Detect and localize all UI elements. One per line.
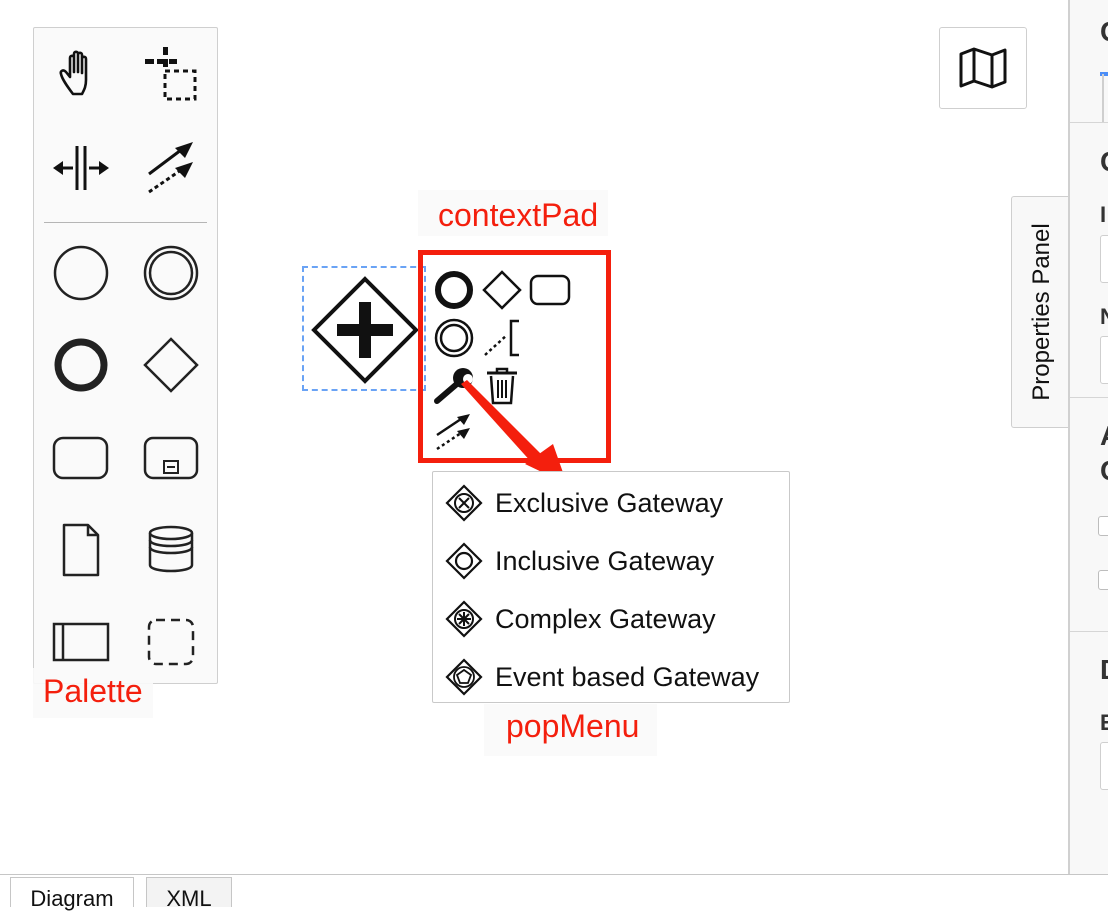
panel-group-title: C [1100, 146, 1108, 178]
end-event-icon [54, 338, 108, 392]
space-icon [53, 146, 109, 190]
panel-tab-border [1102, 74, 1104, 122]
create-subprocess[interactable] [141, 428, 201, 488]
popup-item-label: Inclusive Gateway [495, 545, 715, 576]
panel-divider [1070, 397, 1108, 398]
contextpad-annotation: contextPad [418, 190, 609, 236]
palette-separator [44, 222, 207, 223]
lasso-icon [145, 47, 197, 101]
parallel-gateway-icon [311, 276, 419, 384]
map-icon [959, 47, 1007, 89]
create-group[interactable] [141, 612, 201, 672]
parallel-gateway[interactable] [310, 275, 420, 390]
panel-divider [1070, 122, 1108, 123]
create-start-event[interactable] [51, 243, 111, 303]
panel-field-label: E [1100, 710, 1108, 736]
panel-divider [1070, 631, 1108, 632]
lasso-tool[interactable] [141, 43, 201, 103]
tab-diagram-label: Diagram [30, 886, 114, 911]
inclusive-gateway-icon [445, 542, 483, 580]
popup-item-label: Complex Gateway [495, 603, 716, 634]
exclusive-gateway-icon [445, 484, 483, 522]
task-icon [52, 436, 109, 480]
space-tool[interactable] [51, 138, 111, 198]
data-object-icon [62, 523, 100, 577]
intermediate-event-icon [434, 318, 474, 358]
data-store-icon [148, 525, 194, 573]
tab-diagram[interactable]: Diagram [10, 877, 134, 911]
panel-group-title: A [1100, 420, 1108, 452]
complex-gateway-icon [445, 600, 483, 638]
start-event-icon [53, 245, 109, 301]
panel-group-title: C [1100, 455, 1108, 487]
append-gateway[interactable] [480, 268, 524, 312]
popup-menu: Exclusive Gateway Inclusive Gateway Comp… [432, 471, 790, 703]
create-data-object[interactable] [51, 520, 111, 580]
task-icon [529, 274, 571, 306]
create-end-event[interactable] [51, 335, 111, 395]
panel-checkbox[interactable] [1098, 516, 1108, 536]
gateway-icon [482, 270, 522, 310]
properties-panel-toggle[interactable]: Properties Panel [1011, 196, 1071, 428]
properties-panel: C C I N A C D E [1068, 0, 1108, 880]
event-based-gateway-icon [445, 658, 483, 696]
panel-checkbox[interactable] [1098, 570, 1108, 590]
popup-item-inclusive-gateway[interactable]: Inclusive Gateway [433, 532, 789, 590]
palette-annotation: Palette [33, 668, 153, 718]
create-pool[interactable] [51, 612, 111, 672]
popup-item-complex-gateway[interactable]: Complex Gateway [433, 590, 789, 648]
minimap-toggle[interactable] [939, 27, 1027, 109]
panel-field-label: N [1100, 304, 1108, 330]
name-input[interactable] [1100, 336, 1108, 384]
create-intermediate-event[interactable] [141, 243, 201, 303]
connect-icon [148, 142, 193, 194]
tab-xml-label: XML [166, 886, 212, 911]
hand-tool[interactable] [51, 43, 111, 103]
palette [33, 27, 218, 684]
append-text-annotation[interactable] [480, 316, 524, 360]
popup-item-label: Event based Gateway [495, 661, 760, 692]
create-task[interactable] [51, 428, 111, 488]
popmenu-annotation: popMenu [484, 704, 658, 756]
panel-input[interactable] [1100, 742, 1108, 790]
global-connect-tool[interactable] [141, 138, 201, 198]
subprocess-icon [143, 436, 199, 480]
panel-group-title: D [1100, 654, 1108, 686]
id-input[interactable] [1100, 235, 1108, 283]
popup-item-label: Exclusive Gateway [495, 487, 724, 518]
panel-field-label: I [1100, 202, 1107, 227]
bottom-tab-bar: Diagram XML [0, 874, 1108, 911]
gateway-icon [143, 337, 199, 393]
append-intermediate-event[interactable] [432, 316, 476, 360]
append-end-event[interactable] [432, 268, 476, 312]
end-event-icon [435, 271, 473, 309]
intermediate-event-icon [143, 245, 199, 301]
create-data-store[interactable] [141, 520, 201, 580]
create-gateway[interactable] [141, 335, 201, 395]
popup-item-exclusive-gateway[interactable]: Exclusive Gateway [433, 474, 789, 532]
text-annotation-icon [484, 319, 519, 357]
popup-item-event-based-gateway[interactable]: Event based Gateway [433, 648, 789, 706]
pool-icon [52, 622, 110, 662]
properties-panel-toggle-label: Properties Panel [1027, 223, 1055, 401]
tab-xml[interactable]: XML [146, 877, 232, 911]
hand-icon [59, 50, 88, 96]
append-task[interactable] [528, 268, 572, 312]
panel-heading: C [1100, 16, 1108, 48]
group-icon [147, 618, 195, 666]
